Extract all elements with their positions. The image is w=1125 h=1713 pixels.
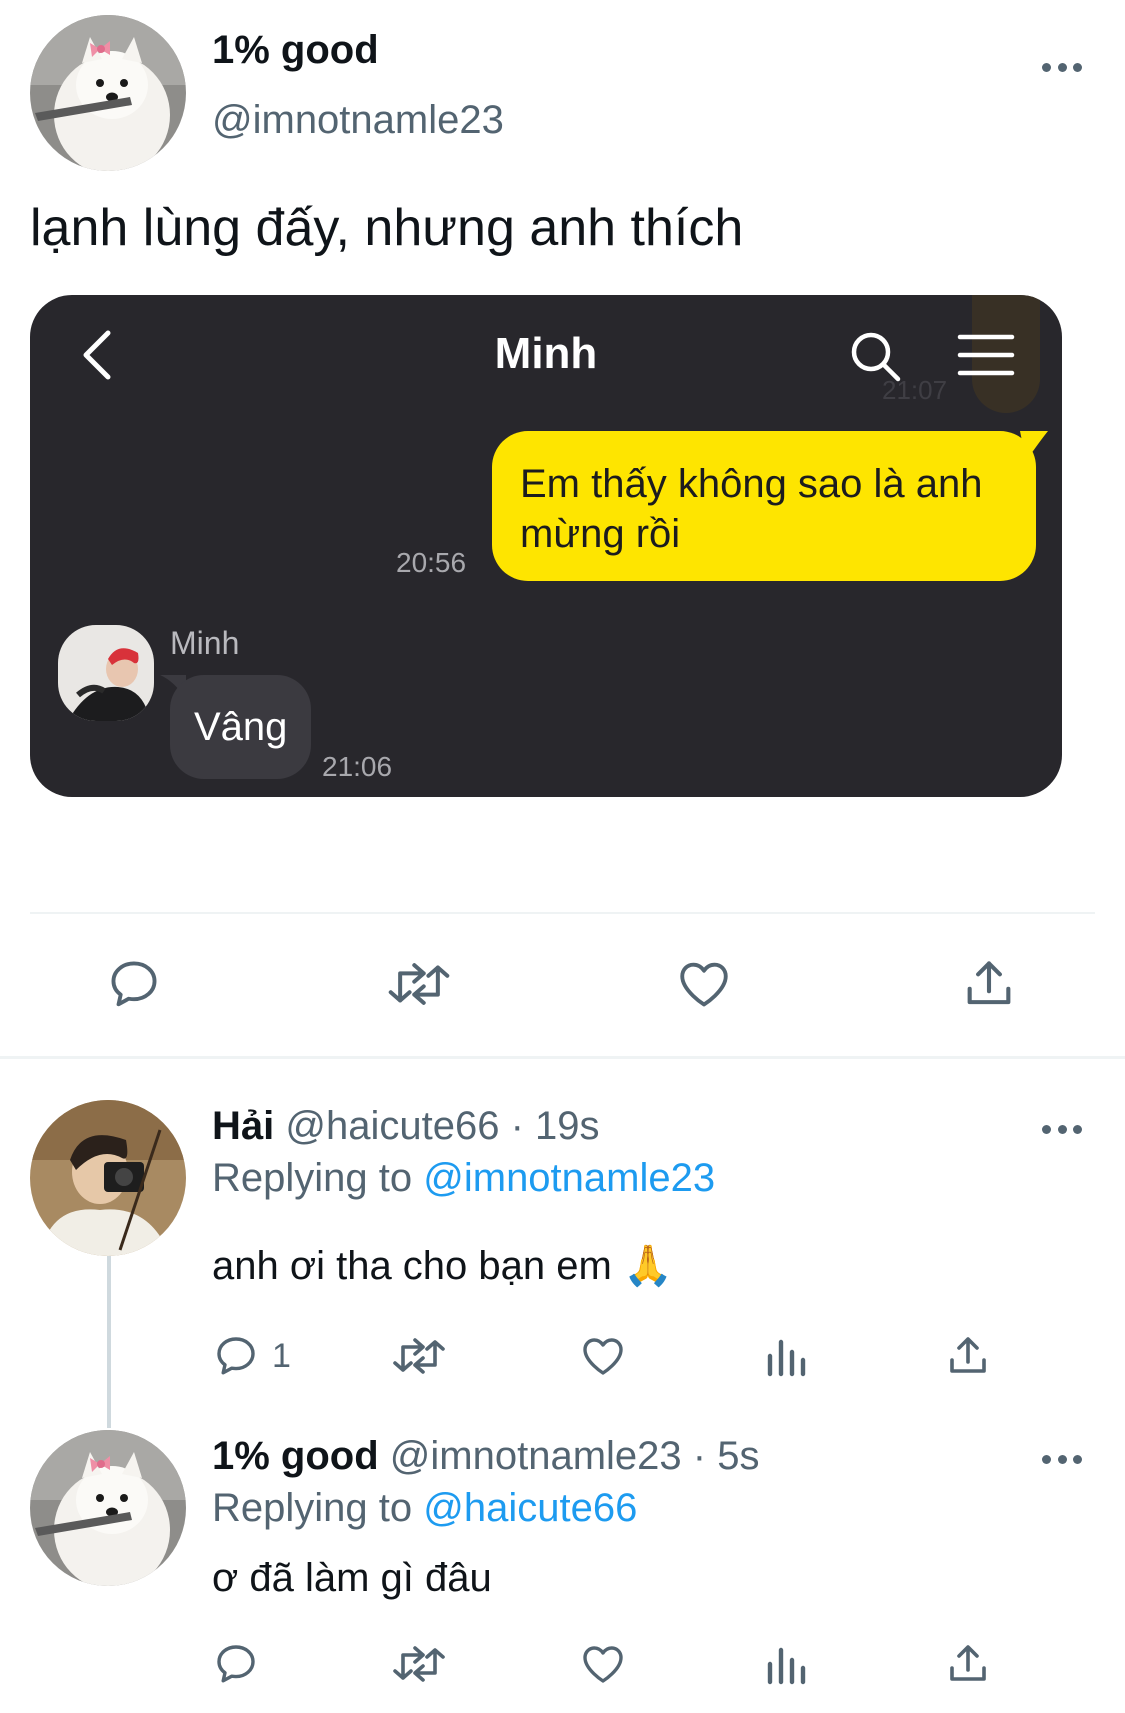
share-button[interactable] — [944, 1640, 992, 1688]
replying-to-mention[interactable]: @haicute66 — [423, 1486, 637, 1530]
retweet-button[interactable] — [386, 955, 452, 1013]
analytics-button[interactable] — [764, 1332, 808, 1380]
reply-text: anh ơi tha cho bạn em 🙏 — [212, 1244, 673, 1288]
like-button[interactable] — [578, 1640, 628, 1688]
reply-time[interactable]: · 5s — [693, 1434, 760, 1478]
replying-to-mention[interactable]: @imnotnamle23 — [423, 1156, 715, 1200]
author-avatar[interactable] — [30, 15, 186, 171]
retweet-icon — [393, 1338, 445, 1374]
reply-text: ơ đã làm gì đâu — [212, 1556, 492, 1600]
replying-to: Replying to @haicute66 — [212, 1486, 637, 1531]
retweet-button[interactable] — [391, 1640, 447, 1688]
retweet-icon — [388, 963, 450, 1005]
incoming-message: Vâng — [170, 675, 312, 779]
sender-name: Minh — [170, 625, 240, 661]
reply-avatar[interactable] — [30, 1100, 186, 1256]
share-button[interactable] — [960, 955, 1018, 1013]
retweet-button[interactable] — [391, 1332, 447, 1380]
reply-icon — [111, 961, 157, 1007]
reply-author-name[interactable]: 1% good — [212, 1434, 379, 1478]
author-handle[interactable]: @imnotnamle23 — [212, 98, 504, 143]
reply-icon — [217, 1645, 255, 1683]
section-divider — [0, 1056, 1125, 1059]
reply-button[interactable]: 1 — [212, 1332, 291, 1380]
more-icon[interactable] — [1042, 1122, 1082, 1136]
more-icon[interactable] — [1042, 1452, 1082, 1466]
sender-avatar — [58, 625, 154, 721]
reply-header: Hải @haicute66 · 19s — [212, 1104, 600, 1149]
replying-to-label: Replying to — [212, 1156, 413, 1200]
reply-button[interactable] — [212, 1640, 260, 1688]
reply-avatar[interactable] — [30, 1430, 186, 1586]
tweet-image[interactable]: Minh 21:07 Em thấy không sao là anh mừng… — [30, 295, 1062, 797]
replying-to-label: Replying to — [212, 1486, 413, 1530]
reply-icon — [217, 1337, 255, 1375]
heart-icon — [680, 962, 728, 1007]
thread-connector — [107, 1256, 111, 1428]
heart-icon — [583, 1338, 623, 1375]
share-icon — [950, 1645, 986, 1681]
reply-count: 1 — [272, 1336, 291, 1375]
analytics-icon — [767, 1647, 806, 1685]
reply-author-handle[interactable]: @haicute66 — [285, 1104, 499, 1148]
replying-to: Replying to @imnotnamle23 — [212, 1156, 715, 1201]
reply-author-handle[interactable]: @imnotnamle23 — [390, 1434, 682, 1478]
chat-title: Minh — [494, 329, 598, 378]
analytics-button[interactable] — [764, 1640, 808, 1688]
reply-header: 1% good @imnotnamle23 · 5s — [212, 1434, 759, 1479]
author-name[interactable]: 1% good — [212, 28, 379, 73]
analytics-icon — [767, 1339, 806, 1377]
tweet-text: lạnh lùng đấy, nhưng anh thích — [30, 199, 744, 257]
share-button[interactable] — [944, 1332, 992, 1380]
retweet-icon — [393, 1646, 445, 1682]
heart-icon — [583, 1646, 623, 1683]
like-button[interactable] — [578, 1332, 628, 1380]
reply-time[interactable]: · 19s — [511, 1104, 600, 1148]
outgoing-time: 20:56 — [396, 547, 467, 578]
like-button[interactable] — [674, 955, 734, 1013]
reply-button[interactable] — [105, 955, 163, 1013]
reply-author-name[interactable]: Hải — [212, 1104, 274, 1148]
share-icon — [950, 1337, 986, 1373]
incoming-time: 21:06 — [322, 751, 393, 782]
more-icon[interactable] — [1042, 60, 1082, 74]
share-icon — [967, 961, 1011, 1005]
divider — [30, 912, 1095, 914]
menu-icon — [957, 334, 1015, 376]
search-icon — [851, 332, 901, 382]
outgoing-message: Em thấy không sao là anh mừng rồi — [492, 431, 1036, 581]
